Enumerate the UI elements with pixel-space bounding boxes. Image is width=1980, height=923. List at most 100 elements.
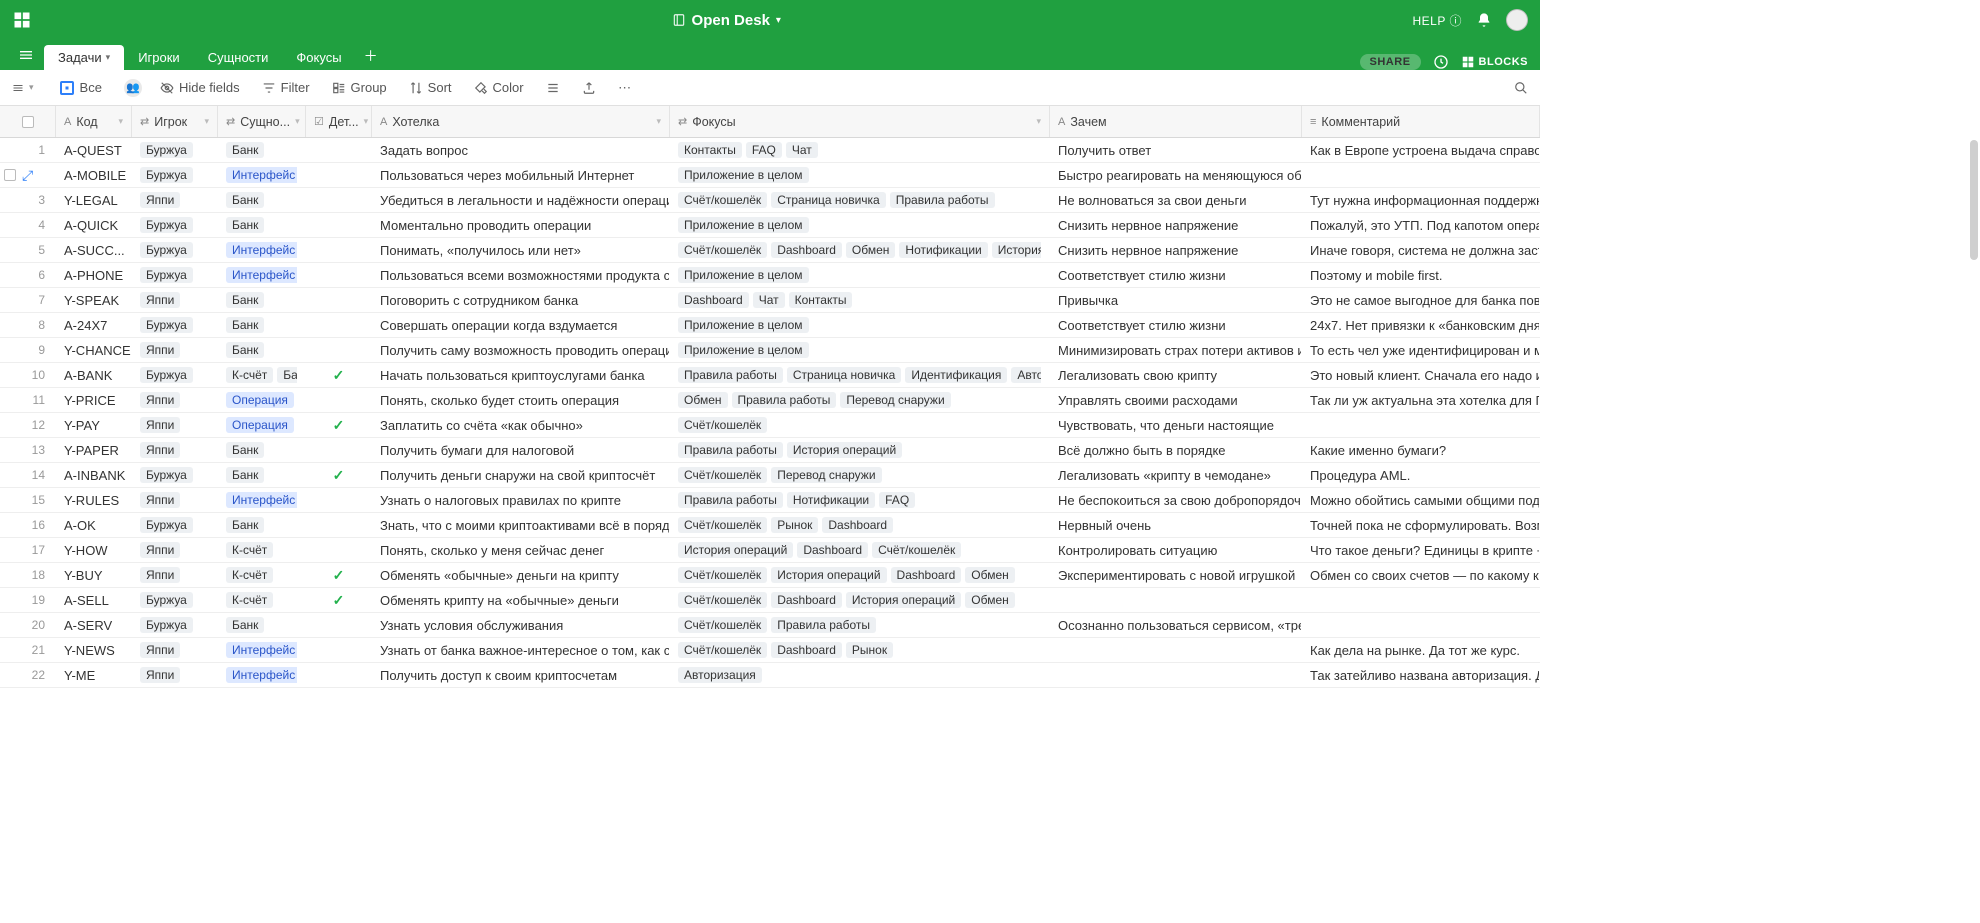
cell-want[interactable]: Получить саму возможность проводить опер…: [372, 338, 670, 362]
linked-record-tag[interactable]: Контакты: [789, 292, 853, 308]
linked-record-tag[interactable]: Dashboard: [771, 642, 842, 658]
linked-record-tag[interactable]: Страница новичка: [787, 367, 902, 383]
cell-code[interactable]: A-24X7: [56, 313, 132, 337]
row-number[interactable]: 14: [0, 463, 56, 487]
linked-record-tag[interactable]: История операций: [992, 242, 1041, 258]
cell-why[interactable]: [1050, 663, 1302, 687]
avatar[interactable]: [1506, 9, 1528, 31]
cell-entity[interactable]: Интерфейс: [218, 163, 306, 187]
cell-want[interactable]: Узнать условия обслуживания: [372, 613, 670, 637]
views-menu-icon[interactable]: ▾: [8, 78, 38, 98]
sort-button[interactable]: Sort: [405, 76, 456, 99]
linked-record-tag[interactable]: Буржуа: [140, 617, 193, 633]
cell-code[interactable]: Y-BUY: [56, 563, 132, 587]
linked-record-tag[interactable]: Яппи: [140, 492, 180, 508]
cell-det[interactable]: ✓: [306, 363, 372, 387]
cell-focus[interactable]: Счёт/кошелёкDashboardИстория операцийОбм…: [670, 588, 1050, 612]
cell-entity[interactable]: К-счёт: [218, 588, 306, 612]
linked-record-tag[interactable]: Обмен: [965, 592, 1015, 608]
cell-player[interactable]: Яппи: [132, 438, 218, 462]
linked-record-tag[interactable]: История операций: [771, 567, 886, 583]
linked-record-tag[interactable]: Перевод снаружи: [771, 467, 881, 483]
linked-record-tag[interactable]: Яппи: [140, 342, 180, 358]
linked-record-tag[interactable]: Буржуа: [140, 217, 193, 233]
tab-tasks[interactable]: Задачи▾: [44, 45, 124, 70]
grid-body[interactable]: 1A-QUESTБуржуаБанкЗадать вопросКонтактыF…: [0, 138, 1540, 705]
cell-det[interactable]: [306, 263, 372, 287]
row-number[interactable]: 8: [0, 313, 56, 337]
help-link[interactable]: HELP ⓘ: [1413, 12, 1463, 29]
cell-det[interactable]: [306, 288, 372, 312]
linked-record-tag[interactable]: Рынок: [771, 517, 818, 533]
linked-record-tag[interactable]: Яппи: [140, 392, 180, 408]
linked-record-tag[interactable]: Счёт/кошелёк: [872, 542, 961, 558]
linked-record-tag[interactable]: Правила работы: [771, 617, 876, 633]
cell-det[interactable]: [306, 188, 372, 212]
linked-record-tag[interactable]: Яппи: [140, 192, 180, 208]
cell-det[interactable]: [306, 638, 372, 662]
linked-record-tag[interactable]: К-счёт: [226, 592, 273, 608]
cell-focus[interactable]: Счёт/кошелёкРынокDashboard: [670, 513, 1050, 537]
cell-comment[interactable]: Процедура AML.: [1302, 463, 1540, 487]
cell-det[interactable]: [306, 163, 372, 187]
cell-player[interactable]: Буржуа: [132, 588, 218, 612]
linked-record-tag[interactable]: Чат: [753, 292, 785, 308]
row-number[interactable]: 11: [0, 388, 56, 412]
table-row[interactable]: 19A-SELLБуржуаК-счёт✓Обменять крипту на …: [0, 588, 1540, 613]
column-header-player[interactable]: ⇄ Игрок ▾: [132, 106, 218, 137]
cell-focus[interactable]: Счёт/кошелёкПеревод снаружи: [670, 463, 1050, 487]
cell-comment[interactable]: Как дела на рынке. Да тот же курс.: [1302, 638, 1540, 662]
linked-record-tag[interactable]: Рынок: [846, 642, 893, 658]
cell-player[interactable]: Буржуа: [132, 263, 218, 287]
cell-comment[interactable]: Тут нужна информационная поддержка. Да: [1302, 188, 1540, 212]
linked-record-tag[interactable]: История операций: [678, 542, 793, 558]
cell-focus[interactable]: Счёт/кошелёкDashboardРынок: [670, 638, 1050, 662]
cell-player[interactable]: Яппи: [132, 538, 218, 562]
cell-focus[interactable]: Счёт/кошелёкИстория операцийDashboardОбм…: [670, 563, 1050, 587]
linked-record-tag[interactable]: Счёт/кошелёк: [678, 642, 767, 658]
cell-want[interactable]: Понимать, «получилось или нет»: [372, 238, 670, 262]
cell-entity[interactable]: Банк: [218, 288, 306, 312]
cell-focus[interactable]: Приложение в целом: [670, 338, 1050, 362]
cell-code[interactable]: A-QUEST: [56, 138, 132, 162]
cell-entity[interactable]: Банк: [218, 313, 306, 337]
cell-focus[interactable]: ОбменПравила работыПеревод снаружи: [670, 388, 1050, 412]
cell-player[interactable]: Яппи: [132, 338, 218, 362]
linked-record-tag[interactable]: Dashboard: [771, 242, 842, 258]
chevron-down-icon[interactable]: ▾: [1036, 116, 1041, 127]
cell-comment[interactable]: Так ли уж актуальна эта хотелка для Герм…: [1302, 388, 1540, 412]
row-number[interactable]: 18: [0, 563, 56, 587]
table-row[interactable]: 21Y-NEWSЯппиИнтерфейсУзнать от банка важ…: [0, 638, 1540, 663]
linked-record-tag[interactable]: Буржуа: [140, 242, 193, 258]
cell-focus[interactable]: Правила работыСтраница новичкаИдентифика…: [670, 363, 1050, 387]
linked-record-tag[interactable]: Чат: [786, 142, 818, 158]
linked-record-tag[interactable]: Интерфейс: [226, 167, 297, 183]
cell-want[interactable]: Поговорить с сотрудником банка: [372, 288, 670, 312]
linked-record-tag[interactable]: Банк: [226, 467, 264, 483]
cell-comment[interactable]: [1302, 588, 1540, 612]
cell-focus[interactable]: Приложение в целом: [670, 163, 1050, 187]
cell-entity[interactable]: Интерфейс: [218, 238, 306, 262]
cell-code[interactable]: A-OK: [56, 513, 132, 537]
cell-want[interactable]: Понять, сколько будет стоить операция: [372, 388, 670, 412]
linked-record-tag[interactable]: Банк: [226, 442, 264, 458]
cell-det[interactable]: [306, 663, 372, 687]
column-header-want[interactable]: A Хотелка ▾: [372, 106, 670, 137]
add-table-icon[interactable]: ＋: [356, 42, 386, 70]
cell-why[interactable]: Контролировать ситуацию: [1050, 538, 1302, 562]
row-number[interactable]: 9: [0, 338, 56, 362]
linked-record-tag[interactable]: Приложение в целом: [678, 217, 809, 233]
table-row[interactable]: 9Y-CHANCEЯппиБанкПолучить саму возможнос…: [0, 338, 1540, 363]
linked-record-tag[interactable]: Банк: [226, 317, 264, 333]
bell-icon[interactable]: [1476, 12, 1492, 28]
cell-comment[interactable]: Можно обойтись самыми общими подсказ: [1302, 488, 1540, 512]
cell-entity[interactable]: Банк: [218, 438, 306, 462]
cell-comment[interactable]: [1302, 163, 1540, 187]
linked-record-tag[interactable]: К-счёт: [226, 542, 273, 558]
cell-code[interactable]: A-INBANK: [56, 463, 132, 487]
linked-record-tag[interactable]: Банк: [226, 617, 264, 633]
linked-record-tag[interactable]: Яппи: [140, 542, 180, 558]
cell-focus[interactable]: Правила работыИстория операций: [670, 438, 1050, 462]
table-row[interactable]: 4A-QUICKБуржуаБанкМоментально проводить …: [0, 213, 1540, 238]
cell-why[interactable]: [1050, 638, 1302, 662]
